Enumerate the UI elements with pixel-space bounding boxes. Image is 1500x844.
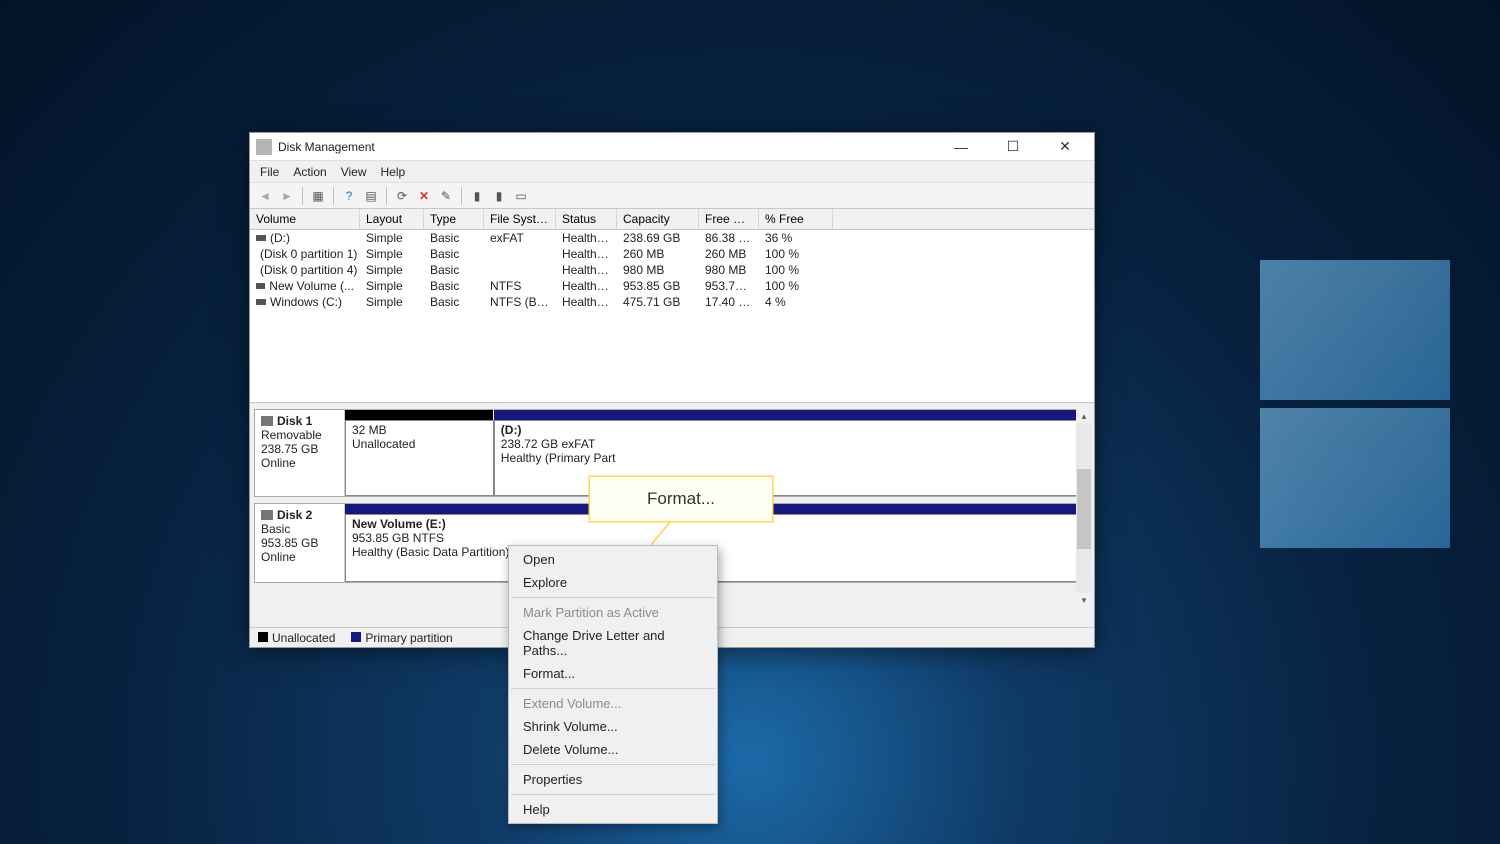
menu-file[interactable]: File	[260, 165, 279, 179]
decorative-panel	[1260, 260, 1450, 400]
maximize-button[interactable]: ☐	[990, 133, 1036, 161]
col-volume[interactable]: Volume	[250, 209, 360, 229]
vol-name: (Disk 0 partition 1)	[260, 247, 357, 261]
col-pctfree[interactable]: % Free	[759, 209, 833, 229]
scroll-down-icon[interactable]: ▾	[1076, 593, 1092, 607]
vol-name: (Disk 0 partition 4)	[260, 263, 357, 277]
ctx-change-drive-letter-and-paths[interactable]: Change Drive Letter and Paths...	[509, 624, 717, 662]
menu-view[interactable]: View	[341, 165, 367, 179]
ctx-extend-volume: Extend Volume...	[509, 692, 717, 715]
col-layout[interactable]: Layout	[360, 209, 424, 229]
toolbar: ◄ ► ▦ ? ▤ ⟳ ✕ ✎ ▮ ▮ ▭	[250, 183, 1094, 209]
ctx-mark-partition-as-active: Mark Partition as Active	[509, 601, 717, 624]
disk-2-state: Online	[261, 550, 338, 564]
disk-2-name: Disk 2	[277, 508, 312, 522]
menubar: File Action View Help	[250, 161, 1094, 183]
disk-icon	[261, 510, 273, 520]
vol-name: New Volume (...	[269, 279, 354, 293]
ctx-delete-volume[interactable]: Delete Volume...	[509, 738, 717, 761]
legend-primary: Primary partition	[351, 631, 452, 645]
ctx-help[interactable]: Help	[509, 798, 717, 821]
col-freespace[interactable]: Free Spa...	[699, 209, 759, 229]
volume-row[interactable]: Windows (C:)SimpleBasicNTFS (BitLo...Hea…	[250, 294, 1094, 310]
ctx-format[interactable]: Format...	[509, 662, 717, 685]
col-type[interactable]: Type	[424, 209, 484, 229]
volume-list[interactable]: Volume Layout Type File System Status Ca…	[250, 209, 1094, 403]
vol-name: (D:)	[270, 231, 290, 245]
titlebar[interactable]: Disk Management — ☐ ✕	[250, 133, 1094, 161]
col-status[interactable]: Status	[556, 209, 617, 229]
menu-help[interactable]: Help	[381, 165, 406, 179]
view-list-icon[interactable]: ▭	[512, 187, 530, 205]
ctx-explore[interactable]: Explore	[509, 571, 717, 594]
volume-row[interactable]: New Volume (...SimpleBasicNTFSHealthy (B…	[250, 278, 1094, 294]
disk-2-meta[interactable]: Disk 2 Basic 953.85 GB Online	[255, 504, 345, 582]
settings-icon[interactable]: ▤	[362, 187, 380, 205]
graphics-scrollbar[interactable]: ▴ ▾	[1076, 409, 1092, 607]
disk-1-kind: Removable	[261, 428, 338, 442]
refresh-icon[interactable]: ⟳	[393, 187, 411, 205]
legend-unallocated: Unallocated	[258, 631, 335, 645]
disk-1-state: Online	[261, 456, 338, 470]
ctx-shrink-volume[interactable]: Shrink Volume...	[509, 715, 717, 738]
forward-icon[interactable]: ►	[278, 187, 296, 205]
disk-1-partition-d[interactable]: (D:) 238.72 GB exFAT Healthy (Primary Pa…	[494, 420, 1089, 496]
vol-name: Windows (C:)	[270, 295, 342, 309]
col-filesystem[interactable]: File System	[484, 209, 556, 229]
menu-separator	[511, 597, 715, 598]
disk-1-name: Disk 1	[277, 414, 312, 428]
disk-icon	[261, 416, 273, 426]
callout-text: Format...	[647, 489, 715, 509]
properties-icon[interactable]: ✎	[437, 187, 455, 205]
close-button[interactable]: ✕	[1042, 133, 1088, 161]
window-title: Disk Management	[278, 140, 375, 154]
volume-row[interactable]: (Disk 0 partition 4)SimpleBasicHealthy (…	[250, 262, 1094, 278]
app-icon	[256, 139, 272, 155]
minimize-button[interactable]: —	[938, 133, 984, 161]
menu-separator	[511, 764, 715, 765]
volume-row[interactable]: (Disk 0 partition 1)SimpleBasicHealthy (…	[250, 246, 1094, 262]
volume-list-header[interactable]: Volume Layout Type File System Status Ca…	[250, 209, 1094, 230]
ctx-properties[interactable]: Properties	[509, 768, 717, 791]
menu-action[interactable]: Action	[293, 165, 326, 179]
show-hide-icon[interactable]: ▦	[309, 187, 327, 205]
decorative-panel	[1260, 408, 1450, 548]
disk-2-kind: Basic	[261, 522, 338, 536]
menu-separator	[511, 794, 715, 795]
disk-1-size: 238.75 GB	[261, 442, 338, 456]
menu-separator	[511, 688, 715, 689]
col-capacity[interactable]: Capacity	[617, 209, 699, 229]
view-bottom-icon[interactable]: ▮	[490, 187, 508, 205]
scroll-up-icon[interactable]: ▴	[1076, 409, 1092, 423]
disk-1-unallocated[interactable]: 32 MB Unallocated	[345, 420, 494, 496]
scroll-thumb[interactable]	[1077, 469, 1091, 549]
delete-icon[interactable]: ✕	[415, 187, 433, 205]
ctx-open[interactable]: Open	[509, 548, 717, 571]
format-callout: Format...	[589, 476, 773, 522]
volume-context-menu: OpenExplore Mark Partition as ActiveChang…	[508, 545, 718, 824]
help-icon[interactable]: ?	[340, 187, 358, 205]
disk-1-meta[interactable]: Disk 1 Removable 238.75 GB Online	[255, 410, 345, 496]
volume-row[interactable]: (D:)SimpleBasicexFATHealthy (P...238.69 …	[250, 230, 1094, 246]
disk-2-size: 953.85 GB	[261, 536, 338, 550]
view-top-icon[interactable]: ▮	[468, 187, 486, 205]
back-icon[interactable]: ◄	[256, 187, 274, 205]
